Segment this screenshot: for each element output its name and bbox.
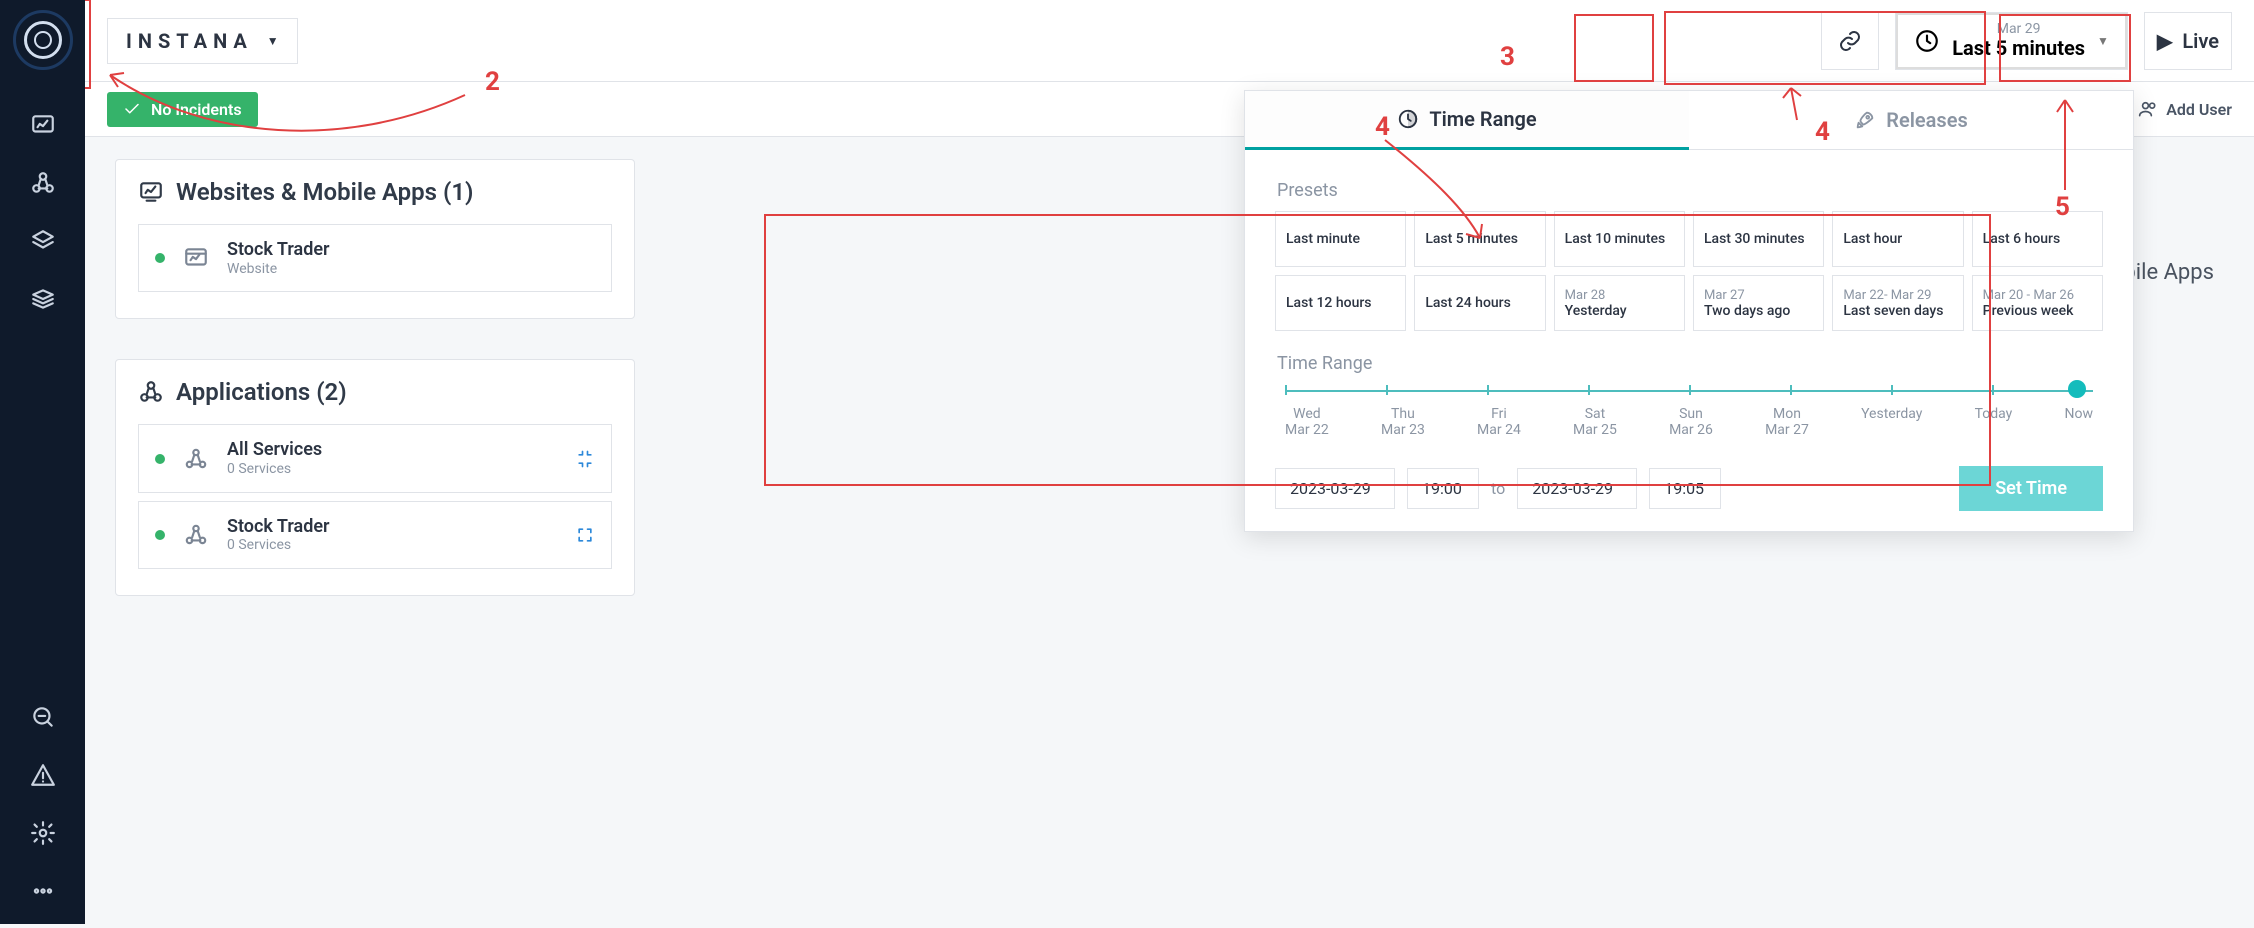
application-subtitle: 0 Services [227,461,322,478]
applications-icon [138,379,164,405]
preset-yesterday[interactable]: Mar 28Yesterday [1554,275,1685,331]
applications-icon [183,522,209,548]
sidebar [0,0,85,924]
preset-last-hour[interactable]: Last hour [1832,211,1963,267]
application-subtitle: 0 Services [227,537,330,554]
copy-link-button[interactable] [1821,12,1879,70]
no-incidents-label: No Incidents [151,100,242,119]
preset-last-minute[interactable]: Last minute [1275,211,1406,267]
add-user-button[interactable]: Add User [2138,99,2232,119]
set-time-button[interactable]: Set Time [1959,466,2103,511]
live-label: Live [2182,29,2219,53]
sidebar-item-platforms[interactable] [30,286,56,312]
card-websites: Websites & Mobile Apps (1) Stock Trader … [115,159,635,319]
from-date-field[interactable]: 2023-03-29 [1275,468,1395,509]
website-icon [183,245,209,271]
sidebar-item-more[interactable] [30,878,56,904]
sidebar-item-dashboard[interactable] [30,112,56,138]
website-subtitle: Website [227,261,330,278]
card-applications: Applications (2) All Services 0 Services [115,359,635,596]
datetime-separator: to [1491,479,1505,498]
background-card-label: bile Apps [2123,260,2214,285]
to-time-field[interactable]: 19:05 [1649,468,1721,509]
application-row[interactable]: Stock Trader 0 Services [138,501,612,569]
preset-grid: Last minute Last 5 minutes Last 10 minut… [1275,211,2103,331]
status-dot-healthy [155,530,165,540]
clock-icon [1914,28,1940,54]
sidebar-logo[interactable] [13,10,73,70]
applications-icon [183,446,209,472]
live-button[interactable]: ▶ Live [2144,12,2232,70]
time-picker-button[interactable]: Mar 29 Last 5 minutes ▼ [1895,12,2128,70]
tenant-selector[interactable]: INSTANA ▼ [107,18,298,64]
datetime-row: 2023-03-29 19:00 to 2023-03-29 19:05 Set… [1275,466,2103,511]
sidebar-item-analytics[interactable] [30,704,56,730]
application-title: Stock Trader [227,516,330,538]
status-dot-healthy [155,454,165,464]
preset-last-5-minutes[interactable]: Last 5 minutes [1414,211,1545,267]
main: INSTANA ▼ Mar 29 Last 5 minutes ▼ ▶ Live [85,0,2254,924]
time-range-label: Time Range [1277,353,2101,374]
website-row[interactable]: Stock Trader Website [138,224,612,292]
status-dot-healthy [155,253,165,263]
play-icon: ▶ [2157,29,2172,53]
monitor-icon [138,179,164,205]
slider-handle[interactable] [2068,380,2086,398]
time-picker-range: Last 5 minutes [1952,37,2085,60]
no-incidents-badge[interactable]: No Incidents [107,92,258,127]
tab-time-range[interactable]: Time Range [1245,91,1689,150]
sidebar-item-events[interactable] [30,762,56,788]
preset-last-6-hours[interactable]: Last 6 hours [1972,211,2103,267]
brand-label: INSTANA [126,29,253,53]
rocket-icon [1854,109,1876,131]
add-user-label: Add User [2166,100,2232,119]
website-title: Stock Trader [227,239,330,261]
sidebar-item-infrastructure[interactable] [30,228,56,254]
topbar: INSTANA ▼ Mar 29 Last 5 minutes ▼ ▶ Live [85,0,2254,82]
application-row[interactable]: All Services 0 Services [138,424,612,492]
preset-last-12-hours[interactable]: Last 12 hours [1275,275,1406,331]
slider-labels: WedMar 22 ThuMar 23 FriMar 24 SatMar 25 … [1285,406,2093,438]
presets-label: Presets [1277,180,2101,201]
check-icon [123,100,141,118]
chevron-down-icon: ▼ [2097,34,2109,48]
card-websites-title: Websites & Mobile Apps (1) [138,178,612,206]
time-range-slider[interactable]: WedMar 22 ThuMar 23 FriMar 24 SatMar 25 … [1285,384,2093,438]
preset-two-days-ago[interactable]: Mar 27Two days ago [1693,275,1824,331]
preset-last-24-hours[interactable]: Last 24 hours [1414,275,1545,331]
to-date-field[interactable]: 2023-03-29 [1517,468,1637,509]
time-picker-date: Mar 29 [1952,21,2085,37]
from-time-field[interactable]: 19:00 [1407,468,1479,509]
preset-last-seven-days[interactable]: Mar 22- Mar 29Last seven days [1832,275,1963,331]
clock-icon [1397,108,1419,130]
application-title: All Services [227,439,322,461]
preset-previous-week[interactable]: Mar 20 - Mar 26Previous week [1972,275,2103,331]
expand-icon[interactable] [575,525,595,545]
tab-releases[interactable]: Releases [1689,91,2133,150]
chevron-down-icon: ▼ [267,34,279,48]
sidebar-item-applications[interactable] [30,170,56,196]
card-applications-title: Applications (2) [138,378,612,406]
collapse-icon[interactable] [575,449,595,469]
link-icon [1838,29,1862,53]
preset-last-30-minutes[interactable]: Last 30 minutes [1693,211,1824,267]
time-range-popup: Time Range Releases Presets Last minute … [1244,90,2134,532]
sidebar-item-settings[interactable] [30,820,56,846]
users-icon [2138,99,2158,119]
preset-last-10-minutes[interactable]: Last 10 minutes [1554,211,1685,267]
